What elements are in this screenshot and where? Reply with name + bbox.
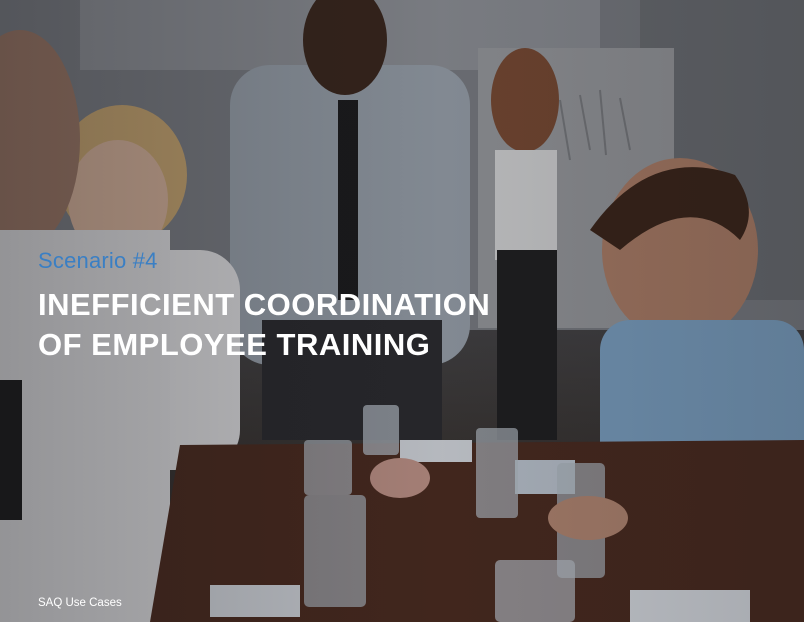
presentation-slide: Scenario #4 INEFFICIENT COORDINATION OF …: [0, 0, 804, 622]
title-line-2: OF EMPLOYEE TRAINING: [38, 327, 431, 362]
slide-title: INEFFICIENT COORDINATION OF EMPLOYEE TRA…: [38, 285, 638, 365]
scenario-label: Scenario #4: [38, 248, 158, 273]
title-line-1: INEFFICIENT COORDINATION: [38, 287, 491, 322]
footer-label: SAQ Use Cases: [38, 597, 122, 609]
